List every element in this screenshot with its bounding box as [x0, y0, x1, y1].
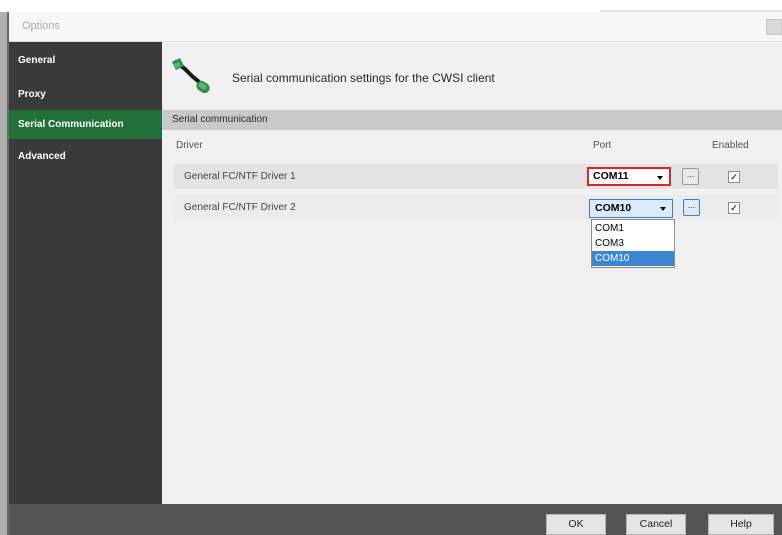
port-value: COM10	[595, 202, 632, 214]
port-value: COM11	[593, 170, 629, 182]
enabled-checkbox[interactable]: ✓	[728, 171, 740, 183]
column-header-enabled: Enabled	[712, 140, 749, 151]
port-settings-button[interactable]: ...	[682, 168, 699, 185]
port-select[interactable]: COM11	[587, 167, 671, 186]
column-header-port: Port	[593, 140, 612, 151]
port-settings-button[interactable]: ...	[683, 199, 700, 216]
dropdown-option-com10[interactable]: COM10	[592, 251, 674, 266]
driver-name: General FC/NTF Driver 1	[184, 171, 296, 182]
driver-name: General FC/NTF Driver 2	[184, 202, 296, 213]
port-dropdown-list: COM1 COM3 COM10	[591, 219, 675, 268]
chevron-down-icon	[660, 207, 666, 211]
column-header-driver: Driver	[176, 140, 203, 151]
enabled-checkbox[interactable]: ✓	[728, 202, 740, 214]
sidebar-item-serial-communication[interactable]: Serial Communication	[9, 110, 162, 139]
sidebar-item-proxy[interactable]: Proxy	[9, 80, 162, 109]
dropdown-option-com1[interactable]: COM1	[592, 221, 674, 236]
help-button[interactable]: Help	[708, 514, 774, 535]
window-title: Options	[22, 20, 60, 32]
ok-button[interactable]: OK	[546, 514, 606, 535]
sidebar-item-advanced[interactable]: Advanced	[9, 142, 162, 171]
cancel-button[interactable]: Cancel	[626, 514, 686, 535]
sidebar-item-general[interactable]: General	[9, 46, 162, 75]
title-bar	[9, 12, 782, 42]
serial-cable-icon	[172, 58, 210, 94]
page-title: Serial communication settings for the CW…	[232, 71, 495, 85]
chevron-down-icon	[657, 176, 663, 180]
port-select[interactable]: COM10	[589, 199, 673, 218]
section-label: Serial communication	[172, 114, 268, 125]
dropdown-option-com3[interactable]: COM3	[592, 236, 674, 251]
close-button[interactable]	[766, 19, 782, 35]
